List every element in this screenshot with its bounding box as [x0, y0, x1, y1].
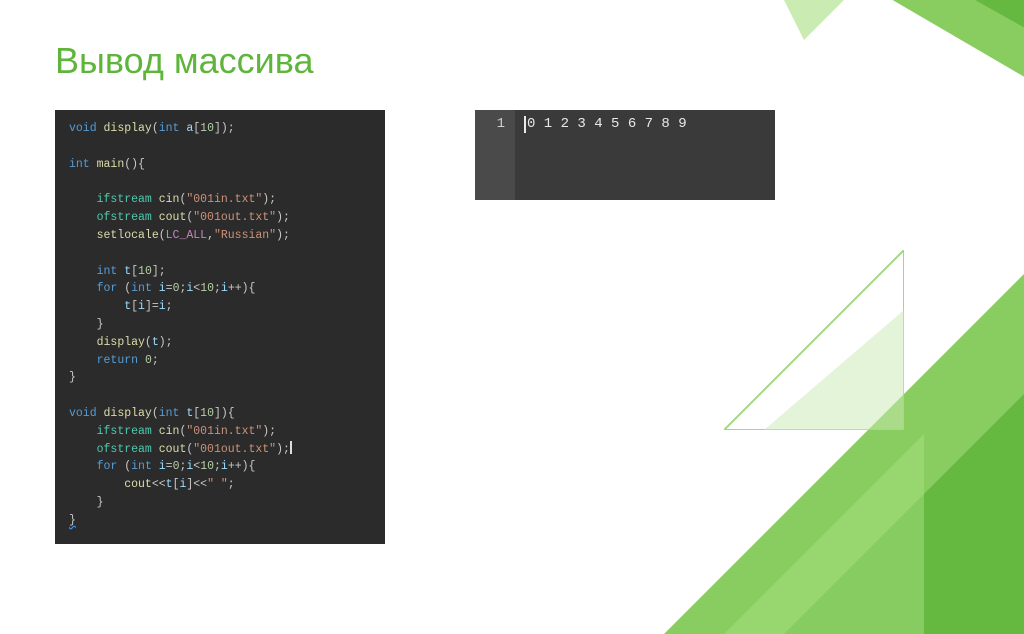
output-gutter: 1: [475, 110, 515, 200]
identifier: t: [152, 336, 159, 349]
type: ifstream: [97, 425, 152, 438]
identifier: t: [124, 300, 131, 313]
number: 0: [145, 354, 152, 367]
number: 10: [138, 265, 152, 278]
output-body: 0 1 2 3 4 5 6 7 8 9: [515, 110, 775, 200]
text-cursor: [290, 441, 292, 454]
output-cursor: [524, 116, 526, 133]
squiggle-underline: }: [69, 514, 76, 527]
identifier: t: [124, 265, 131, 278]
keyword: int: [97, 265, 118, 278]
number: 10: [200, 460, 214, 473]
identifier: cin: [159, 425, 180, 438]
keyword: int: [159, 122, 180, 135]
type: ifstream: [97, 193, 152, 206]
type: ofstream: [97, 443, 152, 456]
output-line-number: 1: [497, 116, 505, 132]
identifier: i: [221, 282, 228, 295]
identifier: t: [186, 407, 193, 420]
code-panel: void display(int a[10]); int main(){ ifs…: [55, 110, 385, 544]
keyword: return: [97, 354, 138, 367]
number: 10: [200, 122, 214, 135]
string: "001in.txt": [186, 425, 262, 438]
identifier: cout: [159, 443, 187, 456]
identifier: i: [179, 478, 186, 491]
identifier: i: [186, 282, 193, 295]
output-panel: 1 0 1 2 3 4 5 6 7 8 9: [475, 110, 775, 200]
number: 10: [200, 407, 214, 420]
string: "001in.txt": [186, 193, 262, 206]
number: 10: [200, 282, 214, 295]
identifier: i: [186, 460, 193, 473]
identifier: cin: [159, 193, 180, 206]
identifier: i: [138, 300, 145, 313]
type: ofstream: [97, 211, 152, 224]
panels-row: void display(int a[10]); int main(){ ifs…: [55, 110, 969, 544]
identifier: i: [159, 282, 166, 295]
keyword: int: [131, 282, 152, 295]
identifier: i: [159, 460, 166, 473]
string: " ": [207, 478, 228, 491]
function-name: display: [104, 122, 152, 135]
number: 0: [173, 460, 180, 473]
keyword: for: [97, 460, 118, 473]
identifier: i: [221, 460, 228, 473]
identifier: t: [166, 478, 173, 491]
keyword: int: [69, 158, 90, 171]
string: "001out.txt": [193, 443, 276, 456]
keyword: int: [131, 460, 152, 473]
identifier: i: [159, 300, 166, 313]
function-call: display: [97, 336, 145, 349]
keyword: void: [69, 122, 97, 135]
number: 0: [173, 282, 180, 295]
identifier: cout: [124, 478, 152, 491]
identifier: cout: [159, 211, 187, 224]
string: "001out.txt": [193, 211, 276, 224]
slide-title: Вывод массива: [55, 40, 969, 82]
string: "Russian": [214, 229, 276, 242]
function-call: setlocale: [97, 229, 159, 242]
identifier: a: [186, 122, 193, 135]
function-name: main: [97, 158, 125, 171]
function-name: display: [104, 407, 152, 420]
output-text: 0 1 2 3 4 5 6 7 8 9: [527, 116, 687, 132]
constant: LC_ALL: [166, 229, 207, 242]
keyword: for: [97, 282, 118, 295]
slide: Вывод массива void display(int a[10]); i…: [0, 0, 1024, 584]
keyword: void: [69, 407, 97, 420]
keyword: int: [159, 407, 180, 420]
